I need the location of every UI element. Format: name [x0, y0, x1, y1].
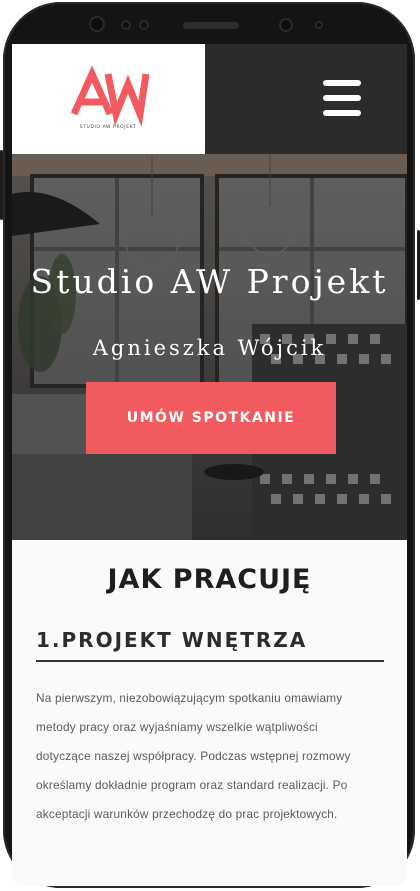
volume-button: [0, 150, 3, 220]
site-header: STUDIO AW PROJEKT: [12, 44, 407, 154]
aw-logo: STUDIO AW PROJEKT: [70, 65, 150, 130]
book-meeting-button[interactable]: UMÓW SPOTKANIE: [86, 382, 336, 454]
camera-lens-icon: [279, 18, 293, 32]
sensor-icon: [315, 21, 323, 29]
logo-tagline: STUDIO AW PROJEKT: [80, 124, 136, 130]
phone-top-bezel: [3, 2, 415, 46]
step-title: 1.PROJEKT WNĘTRZA: [36, 628, 308, 652]
divider: [36, 660, 384, 662]
how-i-work-section: JAK PRACUJĘ 1.PROJEKT WNĘTRZA Na pierwsz…: [12, 540, 407, 886]
section-title: JAK PRACUJĘ: [107, 564, 312, 595]
phone-screen: STUDIO AW PROJEKT Studio AW Projekt Agni…: [12, 44, 407, 886]
earpiece-speaker: [183, 22, 239, 29]
hero-subtitle: Agnieszka Wójcik: [92, 336, 327, 360]
step-description: Na pierwszym, niezobowiązującym spotkani…: [36, 684, 384, 829]
logo-link[interactable]: STUDIO AW PROJEKT: [12, 44, 205, 154]
hero-section: Studio AW Projekt Agnieszka Wójcik UMÓW …: [12, 154, 407, 540]
paragraph-line: akceptacji warunków przechodzę do prac p…: [36, 807, 338, 821]
paragraph-line: Na pierwszym, niezobowiązującym spotkani…: [36, 691, 343, 705]
sensor-icon: [139, 20, 149, 30]
paragraph-line: określamy dokładnie program oraz standar…: [36, 778, 348, 792]
hamburger-menu-icon[interactable]: [323, 80, 361, 116]
hero-title: Studio AW Projekt: [30, 262, 389, 301]
front-camera-icon: [89, 16, 105, 32]
sensor-icon: [121, 20, 131, 30]
paragraph-line: dotyczące naszej współpracy. Podczas wst…: [36, 749, 351, 763]
menu-panel: [205, 44, 407, 154]
paragraph-line: metody pracy oraz wyjaśniamy wszelkie wą…: [36, 720, 318, 734]
